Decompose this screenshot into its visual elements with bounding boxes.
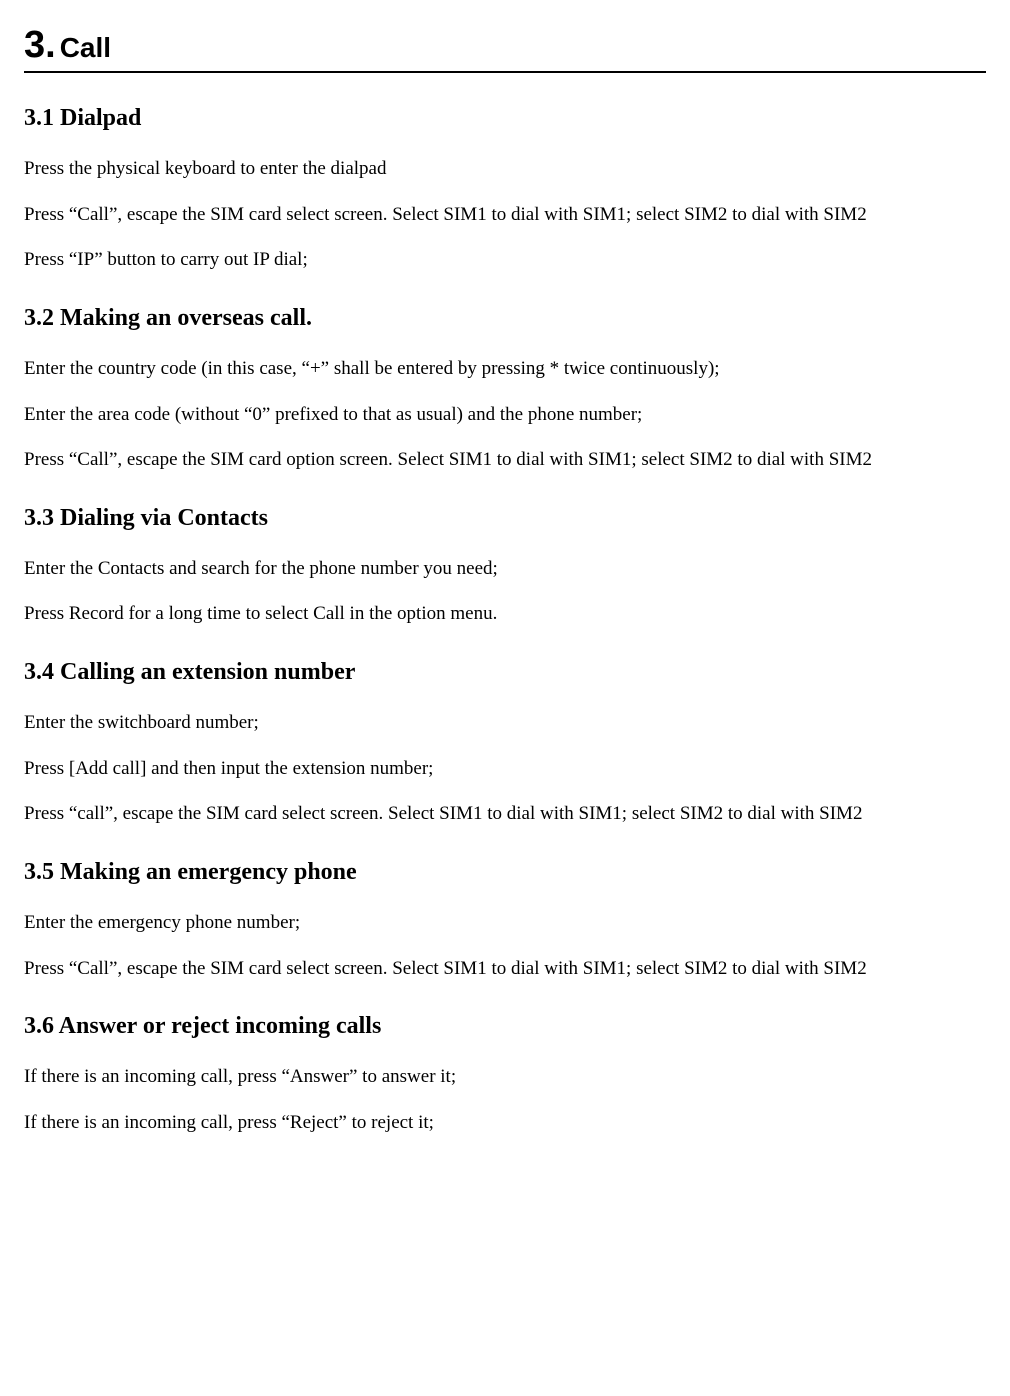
chapter-header: 3.Call bbox=[24, 24, 986, 73]
paragraph: Press “Call”, escape the SIM card select… bbox=[24, 202, 986, 228]
section-heading-3-4: 3.4 Calling an extension number bbox=[24, 659, 986, 686]
paragraph: Enter the area code (without “0” prefixe… bbox=[24, 402, 986, 428]
paragraph: If there is an incoming call, press “Rej… bbox=[24, 1110, 986, 1136]
chapter-number: 3. bbox=[24, 24, 56, 66]
section-heading-3-2: 3.2 Making an overseas call. bbox=[24, 305, 986, 332]
paragraph: If there is an incoming call, press “Ans… bbox=[24, 1064, 986, 1090]
paragraph: Press “Call”, escape the SIM card option… bbox=[24, 447, 986, 473]
paragraph: Press “Call”, escape the SIM card select… bbox=[24, 956, 986, 982]
section-heading-3-6: 3.6 Answer or reject incoming calls bbox=[24, 1013, 986, 1040]
paragraph: Enter the Contacts and search for the ph… bbox=[24, 556, 986, 582]
section-heading-3-5: 3.5 Making an emergency phone bbox=[24, 859, 986, 886]
paragraph: Enter the emergency phone number; bbox=[24, 910, 986, 936]
section-heading-3-3: 3.3 Dialing via Contacts bbox=[24, 505, 986, 532]
paragraph: Enter the country code (in this case, “+… bbox=[24, 356, 986, 382]
paragraph: Press Record for a long time to select C… bbox=[24, 601, 986, 627]
paragraph: Press the physical keyboard to enter the… bbox=[24, 156, 986, 182]
paragraph: Enter the switchboard number; bbox=[24, 710, 986, 736]
paragraph: Press [Add call] and then input the exte… bbox=[24, 756, 986, 782]
paragraph: Press “IP” button to carry out IP dial; bbox=[24, 247, 986, 273]
section-heading-3-1: 3.1 Dialpad bbox=[24, 105, 986, 132]
chapter-title: 3.Call bbox=[24, 44, 111, 61]
paragraph: Press “call”, escape the SIM card select… bbox=[24, 801, 986, 827]
chapter-word: Call bbox=[60, 32, 111, 63]
